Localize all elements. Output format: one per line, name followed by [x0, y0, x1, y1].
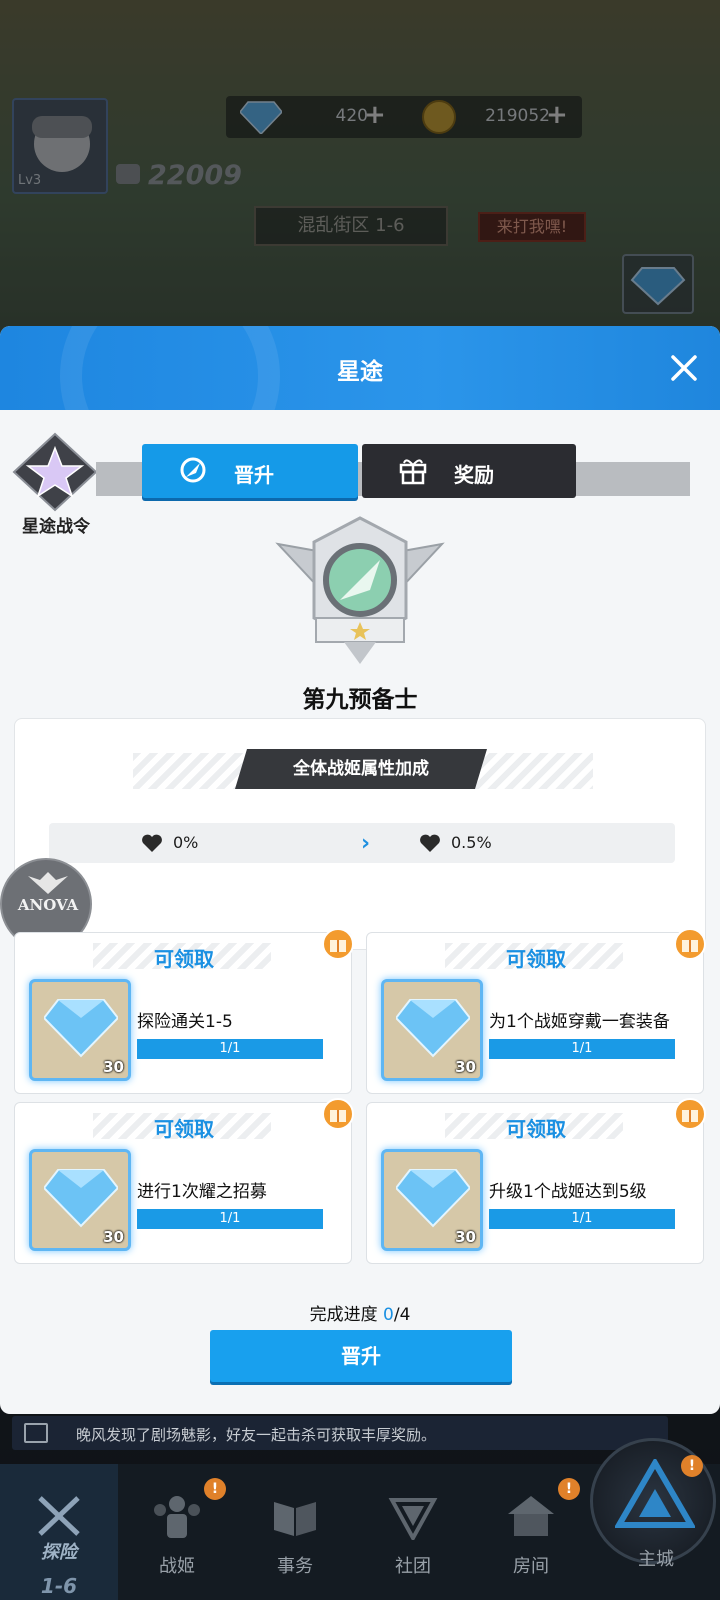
- task-description: 升级1个战姬达到5级: [489, 1182, 647, 1202]
- nav-main-city[interactable]: ! 主城: [590, 1438, 716, 1570]
- nav-city-badge: !: [681, 1455, 703, 1477]
- nav-affairs-label: 事务: [277, 1556, 313, 1577]
- close-icon[interactable]: [664, 348, 704, 388]
- attr-to-value: 0.5%: [451, 833, 492, 852]
- progress-label: 完成进度: [309, 1305, 378, 1325]
- attr-title: 全体战姬属性加成: [235, 749, 487, 789]
- gift-icon[interactable]: [673, 1097, 707, 1131]
- task-status: 可领取: [154, 1117, 214, 1141]
- monitor-icon: [24, 1423, 48, 1443]
- people-icon: [154, 1496, 200, 1538]
- nav-city-label: 主城: [638, 1549, 674, 1570]
- tab-promote[interactable]: 晋升: [142, 444, 358, 498]
- attribute-bonus-card: 全体战姬属性加成 0% › 0.5%: [14, 718, 706, 950]
- reward-item[interactable]: 30: [381, 1149, 483, 1251]
- task-status: 可领取: [506, 947, 566, 971]
- tab-reward-label: 奖励: [454, 463, 494, 487]
- anova-watermark-text: ANOVA: [17, 896, 79, 914]
- gem-icon: [396, 1169, 470, 1228]
- promote-icon: [180, 457, 206, 483]
- tab-reward[interactable]: 奖励: [362, 444, 576, 498]
- progress-current: 0: [383, 1305, 394, 1325]
- task-card[interactable]: 可领取 30 为1个战姬穿戴一套装备 1/1: [366, 928, 706, 1094]
- task-progress-text: 1/1: [571, 1211, 593, 1226]
- rank-name: 第九预备士: [302, 687, 418, 713]
- book-icon: [274, 1502, 316, 1536]
- task-card[interactable]: 可领取 30 升级1个战姬达到5级 1/1: [366, 1098, 706, 1264]
- task-progress-text: 1/1: [219, 1211, 241, 1226]
- notice-text: 晚风发现了剧场魅影，好友一起击杀可获取丰厚奖励。: [76, 1426, 437, 1444]
- nav-affairs[interactable]: 事务: [236, 1464, 354, 1600]
- progress-total: /4: [393, 1305, 411, 1325]
- bottom-nav: 探险 1-6 ! 战姬 事务 社团 ! 房间 ! 主城: [0, 1438, 720, 1600]
- gem-icon: [396, 999, 470, 1058]
- task-description: 探险通关1-5: [137, 1012, 233, 1032]
- star-path-modal: 星途 星途战令 晋升 奖励 第九预备士 全体战姬属性加成 0% › 0.5% A…: [0, 326, 720, 1414]
- gift-icon[interactable]: [321, 927, 355, 961]
- gem-icon: [44, 1169, 118, 1228]
- task-card[interactable]: 可领取 30 进行1次耀之招募 1/1: [14, 1098, 354, 1264]
- arrow-right-icon: ›: [361, 831, 371, 856]
- gift-icon[interactable]: [673, 927, 707, 961]
- wing-logo-icon: [28, 872, 68, 894]
- completion-progress: 完成进度 0/4: [0, 1300, 720, 1325]
- rank-emblem-icon: [275, 516, 445, 664]
- nav-room-badge: !: [558, 1478, 580, 1500]
- star-pass-label: 星途战令: [22, 517, 90, 537]
- task-status: 可领取: [154, 947, 214, 971]
- notice-marquee[interactable]: 晚风发现了剧场魅影，好友一起击杀可获取丰厚奖励。: [12, 1416, 668, 1450]
- reward-item[interactable]: 30: [29, 979, 131, 1081]
- gift-icon[interactable]: [321, 1097, 355, 1131]
- nav-explore-stage: 1-6: [40, 1574, 78, 1598]
- nav-room-label: 房间: [513, 1556, 549, 1577]
- nav-room[interactable]: ! 房间: [472, 1464, 590, 1600]
- task-card[interactable]: 可领取 30 探险通关1-5 1/1: [14, 928, 354, 1094]
- nav-girls-badge: !: [204, 1478, 226, 1500]
- gem-icon: [44, 999, 118, 1058]
- tab-promote-label: 晋升: [234, 463, 274, 487]
- attr-from-value: 0%: [173, 833, 199, 852]
- promote-button[interactable]: 晋升: [210, 1330, 512, 1382]
- task-progress-bar: 1/1: [137, 1039, 323, 1059]
- house-icon: [508, 1496, 554, 1536]
- heart-icon: [142, 834, 162, 852]
- nav-guild[interactable]: 社团: [354, 1464, 472, 1600]
- star-pass-badge-icon[interactable]: [10, 432, 100, 512]
- attr-value-row: 0% › 0.5%: [49, 823, 675, 863]
- task-progress-bar: 1/1: [137, 1209, 323, 1229]
- reward-item[interactable]: 30: [29, 1149, 131, 1251]
- heart-icon: [420, 834, 440, 852]
- nav-explore[interactable]: 探险 1-6: [0, 1464, 118, 1600]
- task-status: 可领取: [506, 1117, 566, 1141]
- reward-item[interactable]: 30: [381, 979, 483, 1081]
- reward-count: 30: [103, 1058, 124, 1076]
- reward-count: 30: [455, 1058, 476, 1076]
- nav-explore-label: 探险: [41, 1542, 77, 1563]
- task-progress-text: 1/1: [219, 1041, 241, 1056]
- nav-girls-label: 战姬: [159, 1556, 195, 1577]
- task-progress-bar: 1/1: [489, 1039, 675, 1059]
- task-description: 为1个战姬穿戴一套装备: [489, 1012, 670, 1032]
- task-progress-bar: 1/1: [489, 1209, 675, 1229]
- modal-title: 星途: [337, 359, 383, 385]
- reward-count: 30: [455, 1228, 476, 1246]
- gift-icon: [399, 459, 427, 485]
- guild-emblem-icon: [388, 1498, 438, 1540]
- nav-guild-label: 社团: [395, 1556, 431, 1577]
- reward-count: 30: [103, 1228, 124, 1246]
- task-progress-text: 1/1: [571, 1041, 593, 1056]
- task-description: 进行1次耀之招募: [137, 1182, 267, 1202]
- crossed-swords-icon: [38, 1496, 80, 1536]
- nav-girls[interactable]: ! 战姬: [118, 1464, 236, 1600]
- modal-header: 星途: [0, 326, 720, 486]
